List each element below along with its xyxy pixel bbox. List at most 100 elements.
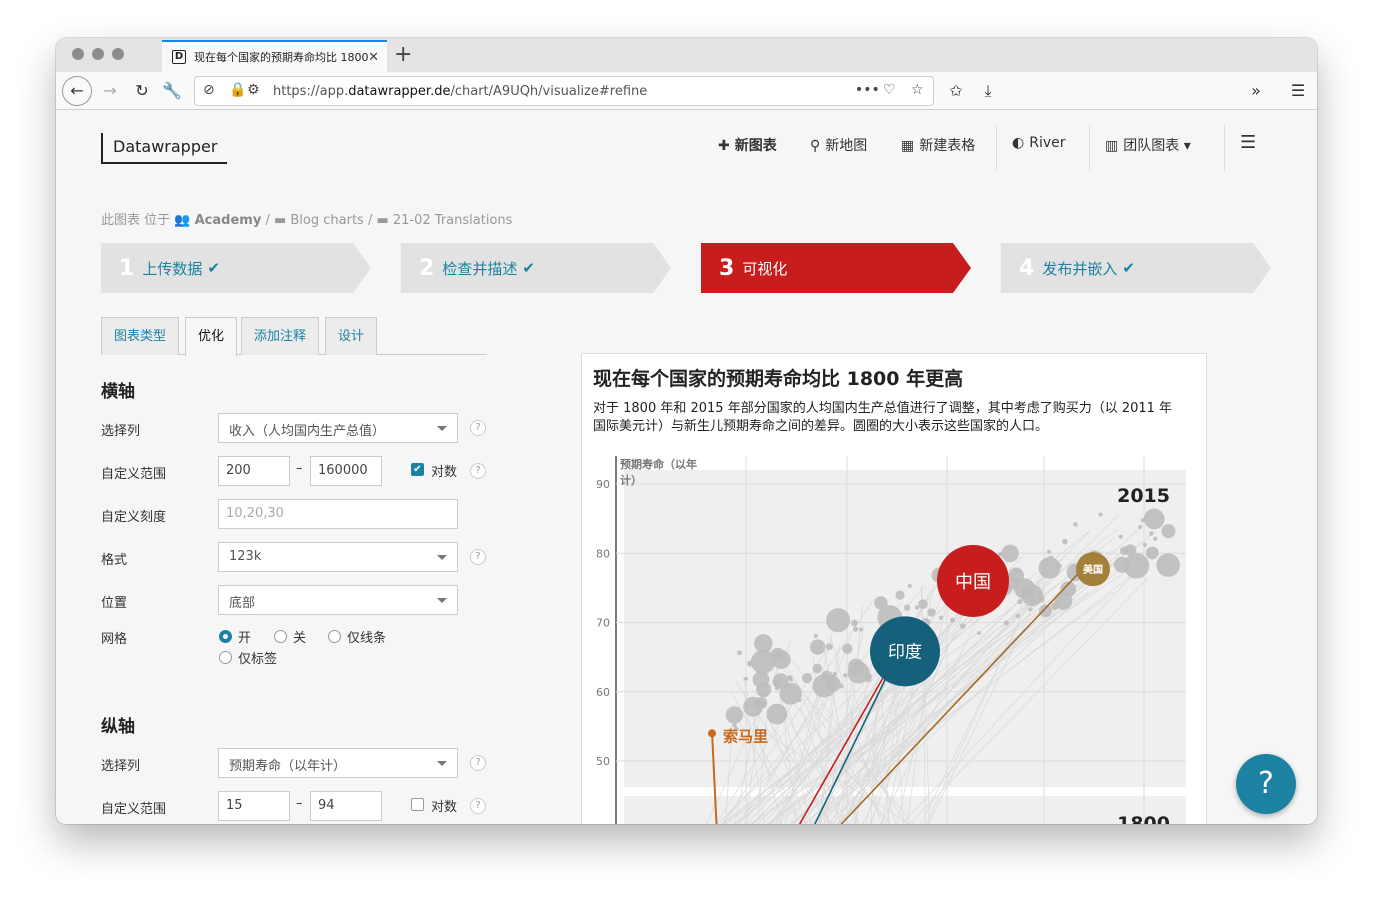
download-icon[interactable]: ⤓	[974, 77, 1002, 105]
country-point	[1038, 604, 1052, 618]
country-point	[1156, 553, 1180, 577]
help-button[interactable]: ?	[1236, 754, 1296, 814]
x-column-value: 收入（人均国内生产总值）	[229, 424, 386, 439]
close-light[interactable]	[72, 48, 84, 60]
breadcrumb-team[interactable]: Academy	[195, 213, 262, 228]
nav-team-charts[interactable]: ▥ 团队图表 ▾	[1105, 135, 1191, 155]
x-position-label: 位置	[101, 596, 128, 611]
y-range-max-input[interactable]: 94	[310, 791, 382, 821]
country-point	[1038, 556, 1061, 579]
check-icon: ✔	[1122, 259, 1135, 277]
wrench-icon[interactable]: 🔧	[158, 77, 186, 105]
country-point	[1153, 536, 1158, 541]
back-icon[interactable]: ←	[62, 76, 92, 106]
url-bar[interactable]: ⊘ 🔒 ⚙ https://app.datawrapper.de/chart/A…	[194, 76, 934, 106]
new-tab-icon[interactable]: +	[394, 42, 412, 67]
grid-labels-only-radio[interactable]	[219, 651, 232, 664]
x-format-select[interactable]: 123k	[218, 542, 458, 572]
y-axis-label: 预期寿命（以年	[620, 457, 697, 471]
step-upload[interactable]: 1 上传数据 ✔	[101, 243, 371, 293]
team-icon: 👥	[174, 213, 195, 228]
country-point	[859, 627, 864, 632]
x-position-select[interactable]: 底部	[218, 585, 458, 615]
folder-icon: ▬	[376, 213, 393, 228]
country-point	[1027, 607, 1032, 612]
browser-window: D 现在每个国家的预期寿命均比 1800 ✕ + ← → ↻ 🔧 ⊘ 🔒 ⚙ h…	[56, 38, 1317, 824]
window-controls	[72, 48, 124, 60]
tab-chart-type[interactable]: 图表类型	[101, 317, 180, 355]
help-icon[interactable]: ?	[470, 463, 486, 479]
forward-icon[interactable]: →	[96, 77, 124, 105]
y-axis-heading: 纵轴	[101, 717, 135, 737]
tracking-shield-icon[interactable]: ⊘	[203, 82, 215, 98]
y-column-value: 预期寿命（以年计）	[229, 759, 347, 774]
x-log-checkbox[interactable]: ✔	[411, 463, 424, 476]
y-tick-label: 70	[596, 617, 610, 630]
x-ticks-input[interactable]: 10,20,30	[218, 499, 458, 529]
help-icon[interactable]: ?	[470, 420, 486, 436]
step-visualize[interactable]: 3 可视化	[701, 243, 971, 293]
nav-bar: ← → ↻ 🔧 ⊘ 🔒 ⚙ https://app.datawrapper.de…	[56, 72, 1317, 110]
hamburger-menu-icon[interactable]: ☰	[1284, 77, 1312, 105]
tab-design[interactable]: 设计	[325, 317, 378, 355]
plus-icon: ✚	[718, 138, 730, 154]
breadcrumb-separator: /	[265, 213, 274, 228]
step-check[interactable]: 2 检查并描述 ✔	[401, 243, 671, 293]
country-point	[1001, 544, 1019, 563]
usa-label: 美国	[1083, 563, 1103, 576]
country-point	[851, 619, 858, 627]
country-point	[1047, 549, 1052, 554]
nav-new-map[interactable]: ⚲ 新地图	[810, 135, 867, 155]
y-range-min-input[interactable]: 15	[218, 791, 290, 821]
step-number: 4	[1019, 255, 1035, 281]
page-actions-icon[interactable]: •••	[855, 82, 880, 98]
help-icon[interactable]: ?	[470, 549, 486, 565]
step-number: 3	[719, 255, 735, 281]
y-log-checkbox[interactable]	[411, 798, 424, 811]
reload-icon[interactable]: ↻	[128, 77, 156, 105]
nav-divider	[996, 125, 997, 171]
nav-river[interactable]: ◐ River	[1012, 135, 1066, 151]
breadcrumb-folder[interactable]: Blog charts	[290, 213, 363, 228]
nav-divider	[1224, 125, 1225, 171]
tab-refine[interactable]: 优化	[185, 317, 238, 356]
tab-annotate[interactable]: 添加注释	[241, 317, 320, 355]
map-pin-icon: ⚲	[810, 138, 821, 154]
x-range-min-input[interactable]: 200	[218, 456, 290, 486]
browser-tab[interactable]: D 现在每个国家的预期寿命均比 1800 ✕	[162, 40, 387, 72]
bookmark-star-icon[interactable]: ☆	[911, 82, 924, 98]
help-icon[interactable]: ?	[470, 755, 486, 771]
breadcrumb-folder[interactable]: 21-02 Translations	[393, 213, 513, 228]
url-text[interactable]: https://app.datawrapper.de/chart/A9UQh/v…	[273, 84, 647, 99]
nav-new-chart[interactable]: ✚ 新图表	[718, 135, 777, 155]
main-menu-icon[interactable]: ☰	[1240, 132, 1256, 153]
grid-lines-only-radio[interactable]	[328, 630, 341, 643]
range-dash: –	[296, 461, 303, 476]
step-publish[interactable]: 4 发布并嵌入 ✔	[1001, 243, 1271, 293]
y-column-select[interactable]: 预期寿命（以年计）	[218, 748, 458, 778]
bookmarks-icon[interactable]: ✩	[942, 77, 970, 105]
india-label: 印度	[888, 642, 922, 662]
close-tab-icon[interactable]: ✕	[368, 50, 379, 65]
x-range-max-input[interactable]: 160000	[310, 456, 382, 486]
grid-on-radio[interactable]	[219, 630, 232, 643]
pocket-icon[interactable]: ♡	[883, 82, 896, 98]
x-grid-label: 网格	[101, 632, 128, 647]
visualize-tabs: 图表类型 优化 添加注释 设计	[101, 317, 487, 356]
country-point	[771, 650, 791, 670]
x-column-select[interactable]: 收入（人均国内生产总值）	[218, 413, 458, 443]
country-point	[813, 633, 818, 638]
y-tick-label: 50	[596, 755, 610, 768]
help-icon[interactable]: ?	[470, 798, 486, 814]
river-icon: ◐	[1012, 135, 1025, 151]
nav-new-table[interactable]: ▦ 新建表格	[901, 135, 975, 155]
overflow-menu-icon[interactable]: »	[1242, 77, 1270, 105]
lock-icon[interactable]: 🔒	[229, 82, 246, 98]
country-point	[1148, 531, 1154, 536]
country-point	[772, 673, 789, 690]
datawrapper-logo[interactable]: Datawrapper	[101, 133, 228, 164]
permissions-icon[interactable]: ⚙	[247, 82, 260, 98]
zoom-light[interactable]	[112, 48, 124, 60]
minimize-light[interactable]	[92, 48, 104, 60]
grid-off-radio[interactable]	[274, 630, 287, 643]
